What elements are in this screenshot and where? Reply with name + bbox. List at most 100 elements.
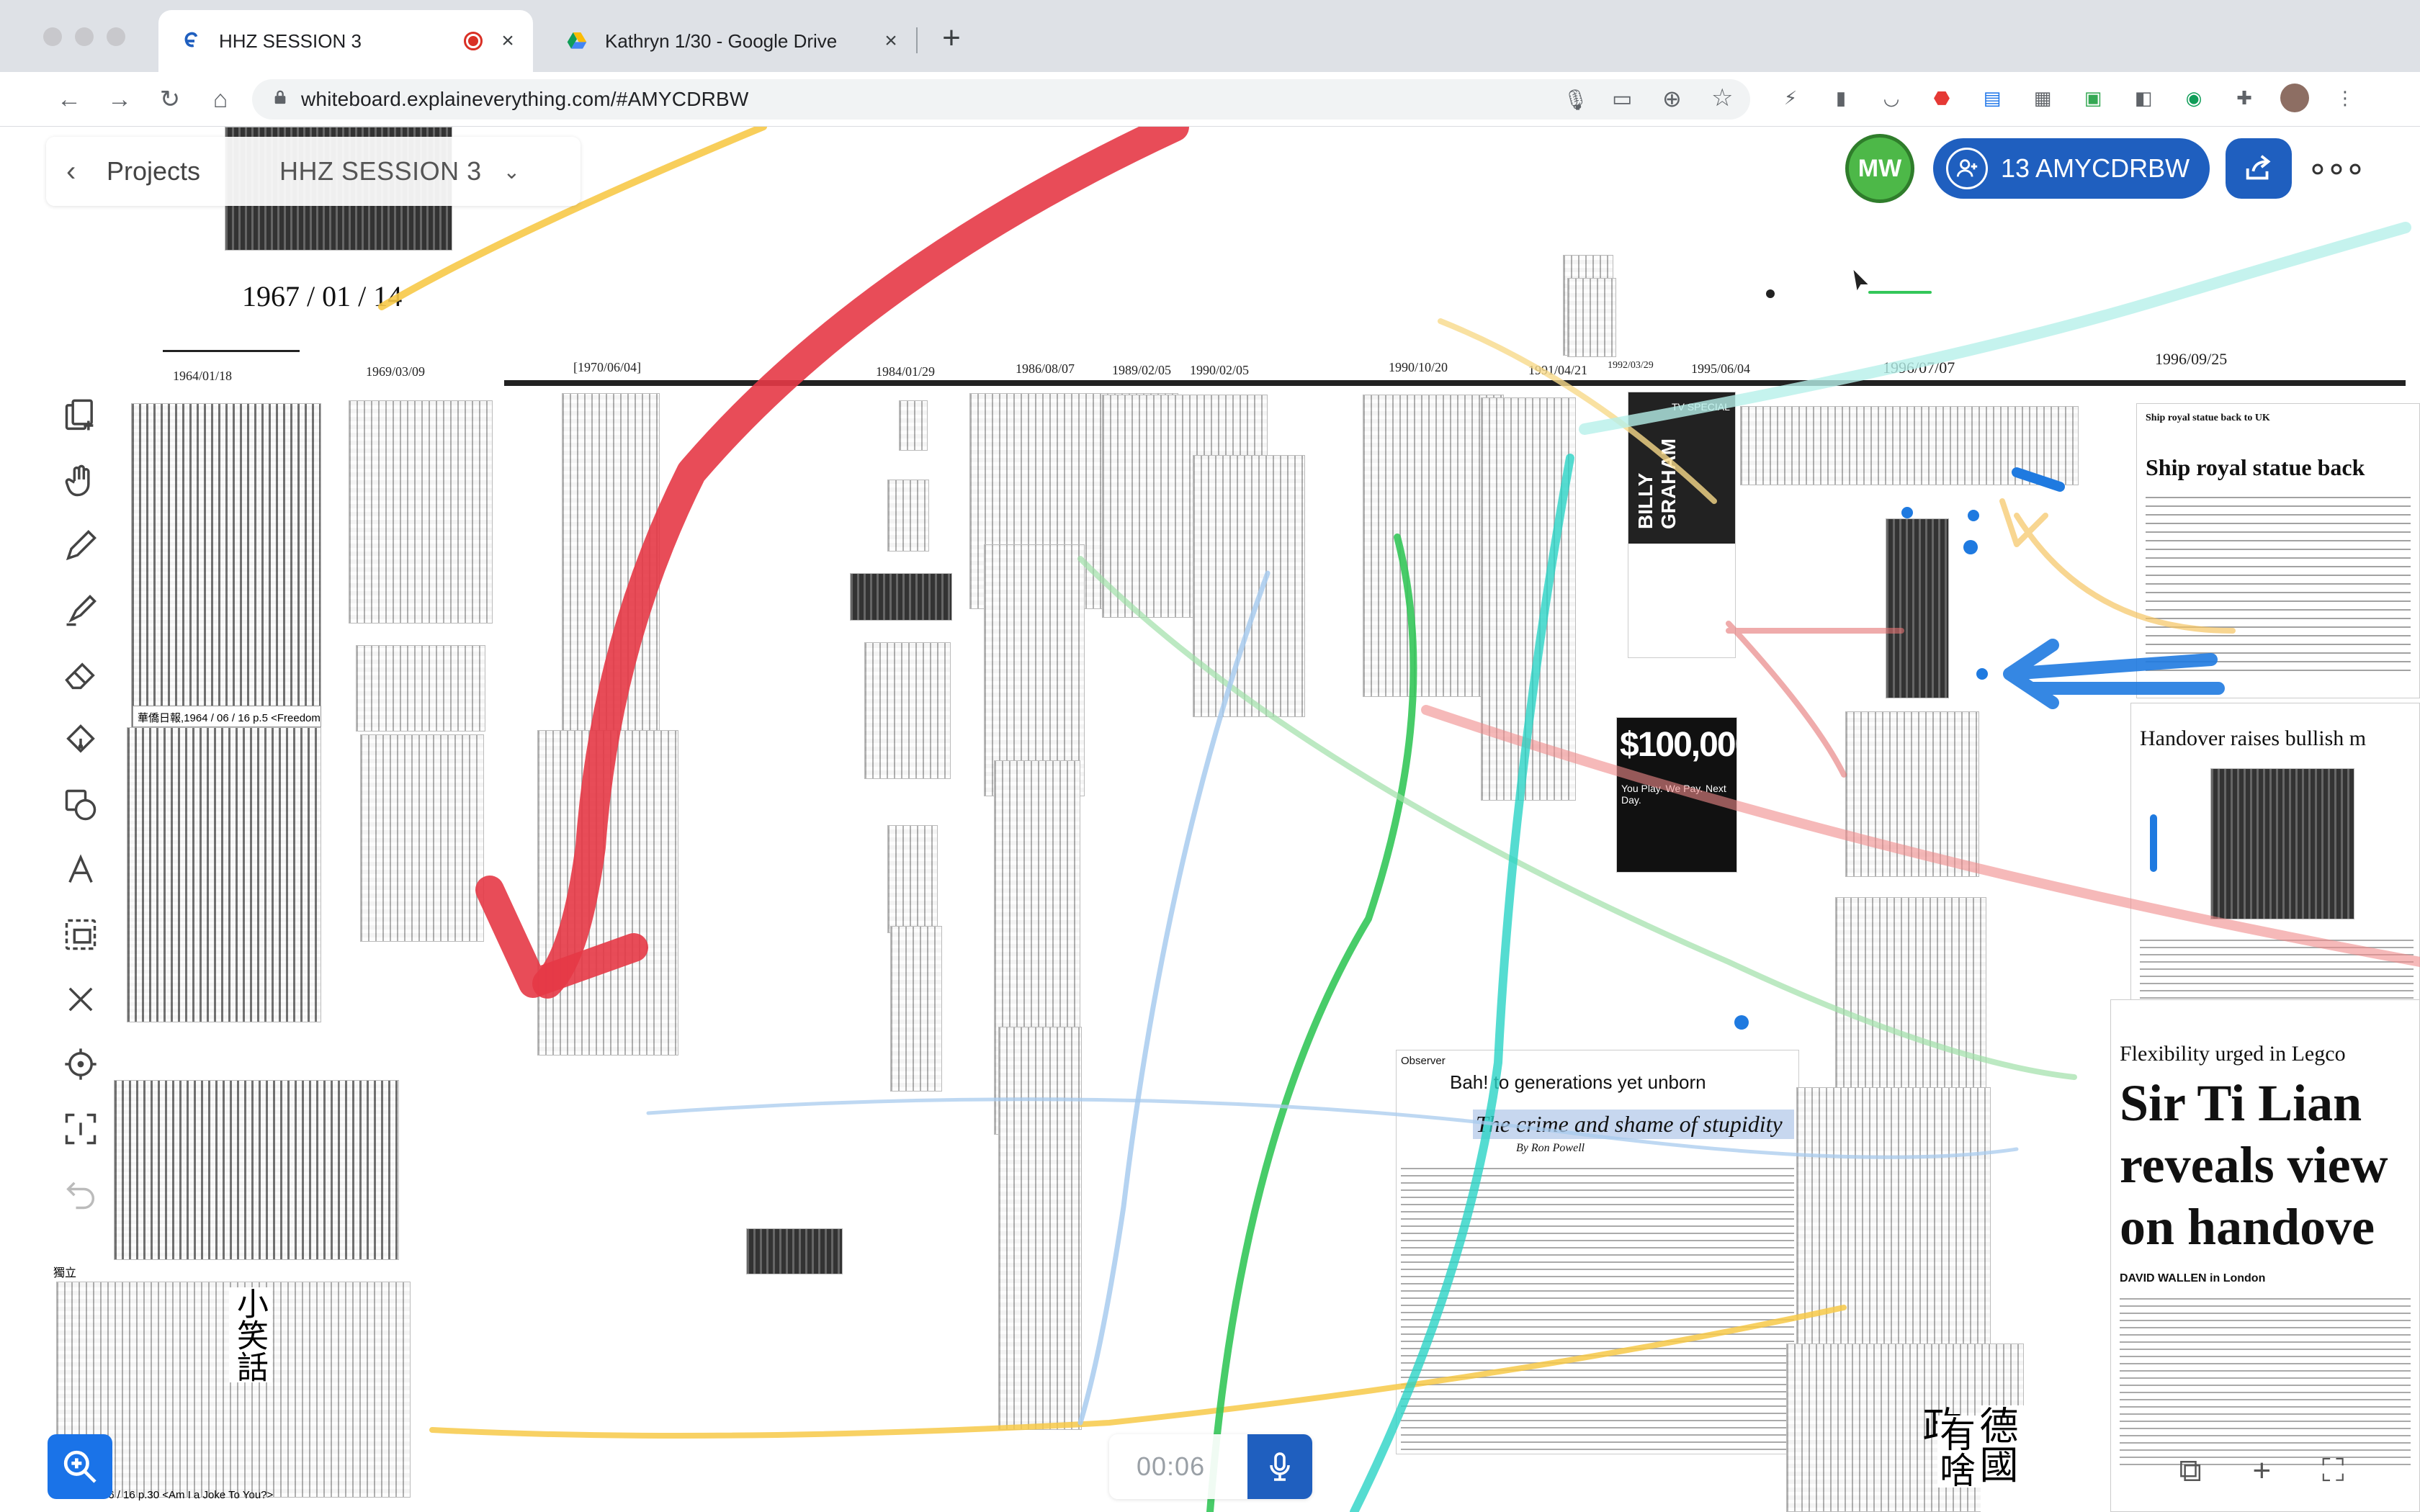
more-options-button[interactable]: ∘∘∘ bbox=[2302, 138, 2368, 199]
select-tool[interactable] bbox=[48, 904, 114, 965]
text-tool[interactable] bbox=[48, 840, 114, 900]
hand-tool[interactable] bbox=[48, 451, 114, 511]
home-icon[interactable]: ⌂ bbox=[203, 82, 238, 117]
adblock-extension-icon[interactable]: ⬣ bbox=[1927, 84, 1956, 112]
timeline-date: [1970/06/04] bbox=[573, 360, 641, 374]
reader-extension-icon[interactable]: ▮ bbox=[1827, 84, 1855, 112]
sir-ti-liang-clip[interactable]: Flexibility urged in Legco Sir Ti Lian r… bbox=[2110, 999, 2420, 1512]
newspaper-clip[interactable] bbox=[746, 1228, 843, 1274]
forward-arrow-icon[interactable]: → bbox=[102, 82, 137, 117]
close-tab-icon[interactable]: × bbox=[879, 29, 903, 53]
newspaper-clip[interactable] bbox=[899, 400, 928, 451]
page-duplicate-icon[interactable]: ⧉ bbox=[2179, 1453, 2201, 1489]
tab-hhz-session[interactable]: HHZ SESSION 3 × bbox=[158, 10, 533, 72]
billy-graham-photo bbox=[1628, 544, 1735, 657]
whiteboard-canvas[interactable]: 1967 / 01 / 14 1964/01/18 1969/03/09 [19… bbox=[0, 127, 2420, 1512]
newspaper-clip[interactable] bbox=[1567, 278, 1616, 357]
window-close-dot[interactable] bbox=[43, 27, 62, 46]
doc-extension-icon[interactable]: ▤ bbox=[1978, 84, 2007, 112]
cast-icon[interactable]: ▭ bbox=[1612, 86, 1632, 112]
eraser-tool[interactable] bbox=[48, 645, 114, 706]
clip-extension-icon[interactable]: ◧ bbox=[2129, 84, 2158, 112]
text-icon bbox=[68, 854, 93, 883]
observer-stupidity-clip[interactable]: Observer Bah! to generations yet unborn … bbox=[1396, 1050, 1799, 1454]
window-minimize-dot[interactable] bbox=[75, 27, 94, 46]
clip-ship-head: Ship royal statue back to UK bbox=[2146, 413, 2270, 423]
blue-dot bbox=[1968, 510, 1979, 521]
ship-royal-statue-clip[interactable]: Ship royal statue back to UK Ship royal … bbox=[2136, 403, 2420, 698]
microphone-icon[interactable]: 🎙 bbox=[1563, 88, 1589, 112]
project-header: ‹ Projects HHZ SESSION 3 ⌄ bbox=[46, 137, 581, 206]
pen-icon bbox=[66, 530, 97, 561]
add-page-icon[interactable]: + bbox=[2252, 1453, 2271, 1489]
tab-google-drive[interactable]: Kathryn 1/30 - Google Drive × bbox=[544, 10, 916, 72]
highlighter-icon bbox=[66, 595, 97, 626]
shapes-tool[interactable] bbox=[48, 775, 114, 835]
pen-tool[interactable] bbox=[48, 516, 114, 576]
lottery-100k-clip[interactable]: $100,000 You Play. We Pay. Next Day. bbox=[1616, 717, 1737, 873]
newspaper-clip[interactable] bbox=[1835, 897, 1986, 1113]
newspaper-clip[interactable] bbox=[864, 642, 951, 779]
reload-icon[interactable]: ↻ bbox=[153, 82, 187, 117]
newspaper-clip[interactable] bbox=[1845, 711, 1979, 877]
timeline-bar-left bbox=[163, 350, 300, 352]
extensions-puzzle-icon[interactable]: ✚ bbox=[2230, 84, 2259, 112]
new-tab-button[interactable]: + bbox=[935, 20, 968, 55]
page-controls: ⧉ + ⛶ bbox=[2154, 1439, 2370, 1503]
newspaper-clip[interactable] bbox=[537, 730, 678, 1056]
newspaper-clip[interactable] bbox=[1740, 406, 2079, 485]
crop-tool[interactable] bbox=[48, 1099, 114, 1159]
newspaper-clip[interactable] bbox=[850, 573, 952, 621]
newspaper-clip[interactable] bbox=[127, 727, 321, 1022]
newspaper-clip[interactable] bbox=[349, 400, 493, 624]
portrait-photo-clip[interactable] bbox=[1886, 518, 1949, 698]
projects-link[interactable]: Projects bbox=[107, 156, 200, 186]
timeline-date: 1995/06/04 bbox=[1691, 361, 1751, 376]
newspaper-clip[interactable] bbox=[998, 1027, 1082, 1430]
newspaper-clip[interactable] bbox=[114, 1080, 399, 1260]
calendar-extension-icon[interactable]: ▣ bbox=[2079, 84, 2107, 112]
lasso-select-icon bbox=[65, 919, 97, 950]
undo-tool[interactable] bbox=[48, 1164, 114, 1224]
delete-tool[interactable] bbox=[48, 969, 114, 1030]
pocket-extension-icon[interactable]: ◡ bbox=[1877, 84, 1906, 112]
newspaper-clip[interactable] bbox=[887, 825, 938, 933]
fill-tool[interactable] bbox=[48, 710, 114, 770]
share-button[interactable] bbox=[2226, 138, 2292, 199]
grammarly-extension-icon[interactable]: ◉ bbox=[2179, 84, 2208, 112]
back-chevron-icon[interactable]: ‹ bbox=[66, 156, 95, 188]
session-title[interactable]: HHZ SESSION 3 bbox=[279, 156, 482, 186]
user-avatar[interactable]: MW bbox=[1845, 134, 1914, 203]
newspaper-clip[interactable] bbox=[890, 926, 942, 1092]
close-tab-icon[interactable]: × bbox=[496, 29, 520, 53]
highlighter-tool[interactable] bbox=[48, 580, 114, 641]
qr-extension-icon[interactable]: ▦ bbox=[2028, 84, 2057, 112]
laser-pointer-tool[interactable] bbox=[48, 1034, 114, 1094]
timeline-date: 1964/01/18 bbox=[173, 369, 233, 383]
tab-title: Kathryn 1/30 - Google Drive bbox=[605, 30, 838, 52]
chevron-down-icon[interactable]: ⌄ bbox=[503, 160, 520, 184]
newspaper-clip[interactable] bbox=[360, 734, 484, 942]
microphone-button[interactable] bbox=[1247, 1434, 1312, 1499]
timeline-date: 1990/02/05 bbox=[1190, 363, 1250, 377]
insert-media-tool[interactable] bbox=[48, 386, 114, 446]
lightning-extension-icon[interactable]: ⚡ bbox=[1776, 84, 1805, 112]
newspaper-clip[interactable] bbox=[1193, 455, 1305, 717]
newspaper-clip[interactable] bbox=[356, 645, 485, 732]
bookmark-star-icon[interactable]: ☆ bbox=[1711, 84, 1733, 112]
newspaper-clip[interactable] bbox=[887, 480, 929, 552]
billy-graham-clip[interactable]: BILLY GRAHAM TV SPECIAL bbox=[1628, 392, 1736, 658]
window-maximize-dot[interactable] bbox=[107, 27, 125, 46]
fullscreen-icon[interactable]: ⛶ bbox=[2322, 1453, 2344, 1489]
blue-dot bbox=[1963, 540, 1978, 554]
address-bar[interactable]: whiteboard.explaineverything.com/#AMYCDR… bbox=[252, 79, 1750, 120]
zoom-button[interactable] bbox=[48, 1434, 112, 1499]
newspaper-clip[interactable] bbox=[984, 544, 1085, 796]
newspaper-clip[interactable] bbox=[1481, 397, 1576, 801]
invite-participants-button[interactable]: 13 AMYCDRBW bbox=[1933, 138, 2210, 199]
browser-menu-icon[interactable]: ⋮ bbox=[2331, 84, 2360, 112]
back-arrow-icon[interactable]: ← bbox=[52, 82, 86, 117]
profile-avatar-icon[interactable] bbox=[2280, 84, 2309, 112]
lock-icon bbox=[272, 88, 301, 112]
zoom-plus-icon[interactable]: ⊕ bbox=[1662, 85, 1682, 112]
